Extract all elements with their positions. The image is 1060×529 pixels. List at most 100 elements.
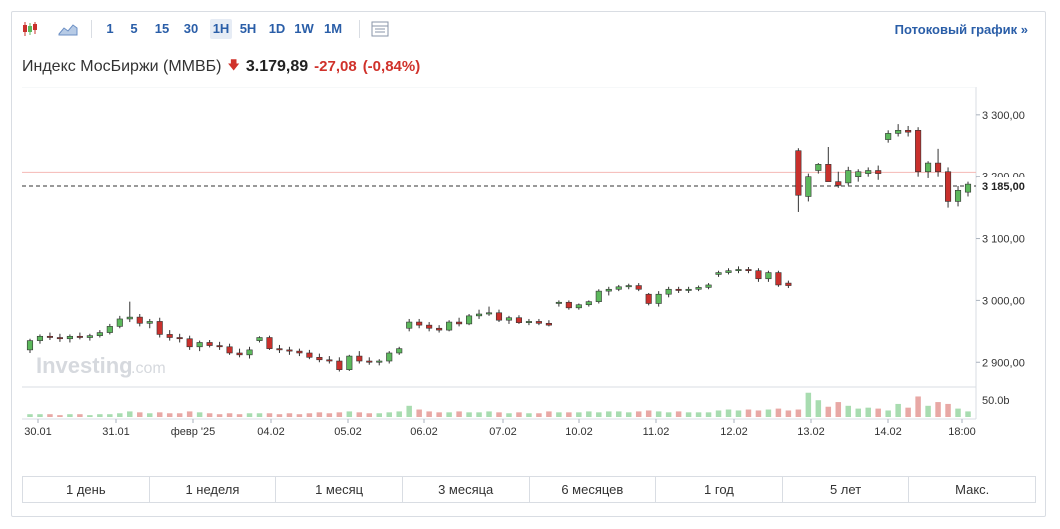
candle-body[interactable] — [406, 321, 413, 329]
candle-body[interactable] — [126, 316, 133, 320]
candle-body[interactable] — [575, 304, 582, 309]
candle-body[interactable] — [196, 342, 203, 348]
candle-body[interactable] — [396, 348, 403, 354]
candle-body[interactable] — [36, 335, 44, 341]
candle-body[interactable] — [595, 290, 602, 302]
candle-body[interactable] — [795, 150, 802, 196]
range-button[interactable]: 1 неделя — [150, 477, 277, 502]
candle-body[interactable] — [156, 321, 163, 335]
candle-body[interactable] — [436, 327, 443, 331]
range-button[interactable]: 1 год — [656, 477, 783, 502]
candle-body[interactable] — [715, 272, 722, 275]
candle-body[interactable] — [605, 288, 612, 292]
candle-body[interactable] — [26, 340, 34, 351]
candle-body[interactable] — [785, 282, 792, 286]
candle-body[interactable] — [456, 321, 463, 325]
candle-body[interactable] — [296, 350, 303, 354]
interval-1m[interactable]: 1M — [322, 19, 344, 39]
candle-body[interactable] — [685, 288, 692, 291]
candle-body[interactable] — [276, 348, 283, 351]
area-chart-icon[interactable] — [57, 18, 79, 40]
candle-body[interactable] — [705, 284, 712, 288]
candle-body[interactable] — [475, 313, 483, 317]
candle-body[interactable] — [945, 171, 952, 202]
candle-body[interactable] — [545, 322, 552, 326]
candle-body[interactable] — [416, 321, 423, 326]
candle-body[interactable] — [466, 315, 473, 325]
candle-body[interactable] — [146, 321, 153, 324]
candle-body[interactable] — [46, 335, 53, 338]
interval-1w[interactable]: 1W — [293, 19, 315, 39]
candle-body[interactable] — [316, 357, 323, 361]
candle-body[interactable] — [655, 293, 662, 304]
candle-body[interactable] — [855, 171, 862, 177]
candle-body[interactable] — [845, 170, 852, 184]
candle-body[interactable] — [206, 342, 213, 346]
candle-body[interactable] — [535, 321, 542, 324]
candle-body[interactable] — [755, 270, 762, 280]
candle-body[interactable] — [326, 359, 333, 362]
candle-body[interactable] — [775, 272, 782, 286]
range-button[interactable]: 5 лет — [783, 477, 910, 502]
candle-body[interactable] — [635, 285, 642, 290]
candle-body[interactable] — [266, 337, 273, 349]
candle-body[interactable] — [106, 326, 113, 333]
candle-body[interactable] — [116, 318, 123, 327]
candle-body[interactable] — [935, 162, 942, 173]
candle-body[interactable] — [915, 129, 922, 173]
candle-body[interactable] — [565, 301, 572, 309]
candle-body[interactable] — [525, 321, 532, 323]
candle-body[interactable] — [386, 352, 393, 362]
candle-body[interactable] — [615, 286, 622, 290]
candle-body[interactable] — [815, 164, 822, 171]
candle-body[interactable] — [555, 301, 562, 304]
candle-body[interactable] — [86, 335, 93, 338]
candle-body[interactable] — [865, 170, 872, 174]
candle-body[interactable] — [376, 360, 383, 363]
candle-body[interactable] — [585, 301, 592, 306]
candle-body[interactable] — [505, 317, 513, 321]
candle-body[interactable] — [96, 332, 103, 336]
candle-body[interactable] — [925, 162, 932, 173]
price-chart[interactable]: Investing.com3 300,003 200,003 100,003 0… — [22, 87, 1036, 447]
candle-body[interactable] — [675, 288, 682, 291]
candle-body[interactable] — [515, 317, 523, 323]
interval-15[interactable]: 15 — [152, 19, 172, 39]
candle-body[interactable] — [905, 129, 912, 133]
candle-body[interactable] — [485, 312, 493, 315]
candle-body[interactable] — [56, 337, 63, 340]
interval-1[interactable]: 1 — [103, 19, 117, 39]
candle-body[interactable] — [825, 164, 832, 182]
interval-1h[interactable]: 1H — [210, 19, 232, 39]
candle-body[interactable] — [426, 324, 433, 329]
candle-body[interactable] — [645, 293, 652, 304]
candle-body[interactable] — [695, 287, 702, 290]
candle-body[interactable] — [186, 338, 193, 348]
candle-body[interactable] — [745, 269, 752, 272]
candle-body[interactable] — [875, 170, 882, 174]
candle-body[interactable] — [336, 360, 343, 370]
candle-body[interactable] — [166, 334, 173, 338]
candle-body[interactable] — [625, 285, 632, 288]
candle-body[interactable] — [286, 349, 293, 352]
candle-body[interactable] — [176, 337, 183, 340]
candle-body[interactable] — [835, 181, 842, 186]
range-button[interactable]: 1 месяц — [276, 477, 403, 502]
candle-body[interactable] — [356, 355, 363, 362]
candle-body[interactable] — [665, 288, 672, 295]
candle-body[interactable] — [236, 352, 243, 356]
range-button[interactable]: 1 день — [23, 477, 150, 502]
interval-5h[interactable]: 5H — [237, 19, 259, 39]
interval-30[interactable]: 30 — [181, 19, 201, 39]
streaming-chart-link[interactable]: Потоковый график » — [895, 22, 1028, 37]
candle-body[interactable] — [954, 189, 962, 202]
candle-body[interactable] — [76, 335, 83, 338]
range-button[interactable]: Макс. — [909, 477, 1035, 502]
candle-body[interactable] — [446, 321, 453, 331]
table-view-icon[interactable] — [369, 18, 391, 40]
candle-body[interactable] — [964, 183, 972, 193]
candle-body[interactable] — [885, 133, 892, 140]
candle-body[interactable] — [765, 272, 772, 280]
candle-body[interactable] — [246, 349, 253, 356]
candlestick-icon[interactable] — [19, 18, 41, 40]
